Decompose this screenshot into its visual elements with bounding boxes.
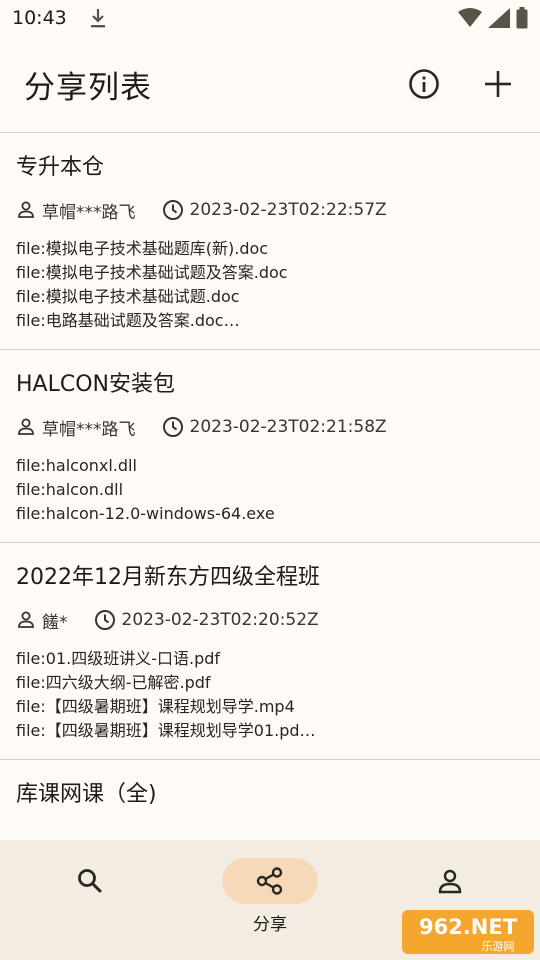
watermark-text: 962.NET	[419, 915, 518, 939]
clock-icon	[94, 610, 115, 630]
file-item: file:halconxl.dll	[16, 456, 137, 475]
plus-icon	[485, 71, 511, 97]
nav-share-label: 分享	[253, 915, 287, 935]
status-bar: 10:43	[0, 0, 540, 36]
share-title: 2022年12月新东方四级全程班	[16, 565, 320, 590]
watermark-logo: 962.NET 乐游网	[402, 910, 534, 954]
file-item: file:【四级暑期班】课程规划导学01.pd…	[16, 721, 316, 740]
share-time: 2023-02-23T02:20:52Z	[121, 610, 319, 630]
share-card[interactable]: 库课网课（全)	[0, 760, 540, 828]
info-icon	[409, 69, 439, 99]
file-list: file:模拟电子技术基础题库(新).doc file:模拟电子技术基础试题及答…	[16, 237, 524, 333]
app-bar: 分享列表	[0, 36, 540, 132]
nav-profile[interactable]	[360, 858, 540, 904]
person-icon	[18, 418, 34, 435]
person-icon	[18, 201, 34, 218]
signal-icon	[488, 8, 510, 28]
add-button[interactable]	[480, 66, 516, 102]
file-item: file:模拟电子技术基础试题.doc	[16, 287, 240, 306]
nav-search-pill[interactable]	[42, 858, 138, 904]
file-item: file:电路基础试题及答案.doc…	[16, 311, 240, 330]
share-time: 2023-02-23T02:22:57Z	[189, 200, 387, 220]
person-icon	[438, 869, 462, 894]
info-button[interactable]	[406, 66, 442, 102]
download-icon	[90, 9, 105, 28]
person-icon	[18, 611, 34, 628]
share-title: 库课网课（全)	[16, 782, 157, 807]
clock-icon	[162, 417, 183, 437]
share-card[interactable]: 专升本仓 草帽***路飞 2023-02-23T02:22:57Z file:模…	[0, 133, 540, 350]
file-item: file:halcon-12.0-windows-64.exe	[16, 504, 275, 523]
battery-icon	[516, 7, 528, 29]
clock-icon	[162, 200, 183, 220]
share-user: 草帽***路飞	[42, 419, 136, 440]
share-time: 2023-02-23T02:21:58Z	[189, 417, 387, 437]
file-item: file:halcon.dll	[16, 480, 124, 499]
share-icon	[256, 867, 283, 895]
search-icon	[78, 869, 102, 893]
nav-search[interactable]	[0, 858, 180, 904]
nav-share[interactable]: 分享	[180, 858, 360, 935]
nav-profile-pill[interactable]	[402, 858, 498, 904]
share-title: 专升本仓	[16, 155, 105, 180]
wifi-icon	[458, 8, 482, 27]
status-time: 10:43	[12, 7, 67, 29]
nav-share-pill[interactable]	[222, 858, 318, 904]
share-user: 草帽***路飞	[42, 202, 136, 223]
file-list: file:halconxl.dll file:halcon.dll file:h…	[16, 454, 524, 526]
share-title: HALCON安装包	[16, 372, 175, 397]
share-card[interactable]: HALCON安装包 草帽***路飞 2023-02-23T02:21:58Z f…	[0, 350, 540, 543]
file-item: file:四六级大纲-已解密.pdf	[16, 673, 211, 692]
share-card[interactable]: 2022年12月新东方四级全程班 饈* 2023-02-23T02:20:52Z…	[0, 543, 540, 760]
file-item: file:01.四级班讲义-口语.pdf	[16, 649, 221, 668]
file-item: file:模拟电子技术基础题库(新).doc	[16, 239, 269, 258]
file-list: file:01.四级班讲义-口语.pdf file:四六级大纲-已解密.pdf …	[16, 647, 524, 743]
file-item: file:模拟电子技术基础试题及答案.doc	[16, 263, 288, 282]
watermark-sub: 乐游网	[482, 940, 515, 953]
share-list[interactable]: 专升本仓 草帽***路飞 2023-02-23T02:22:57Z file:模…	[0, 133, 540, 840]
file-item: file:【四级暑期班】课程规划导学.mp4	[16, 697, 295, 716]
share-user: 饈*	[42, 612, 68, 633]
page-title: 分享列表	[24, 69, 152, 106]
